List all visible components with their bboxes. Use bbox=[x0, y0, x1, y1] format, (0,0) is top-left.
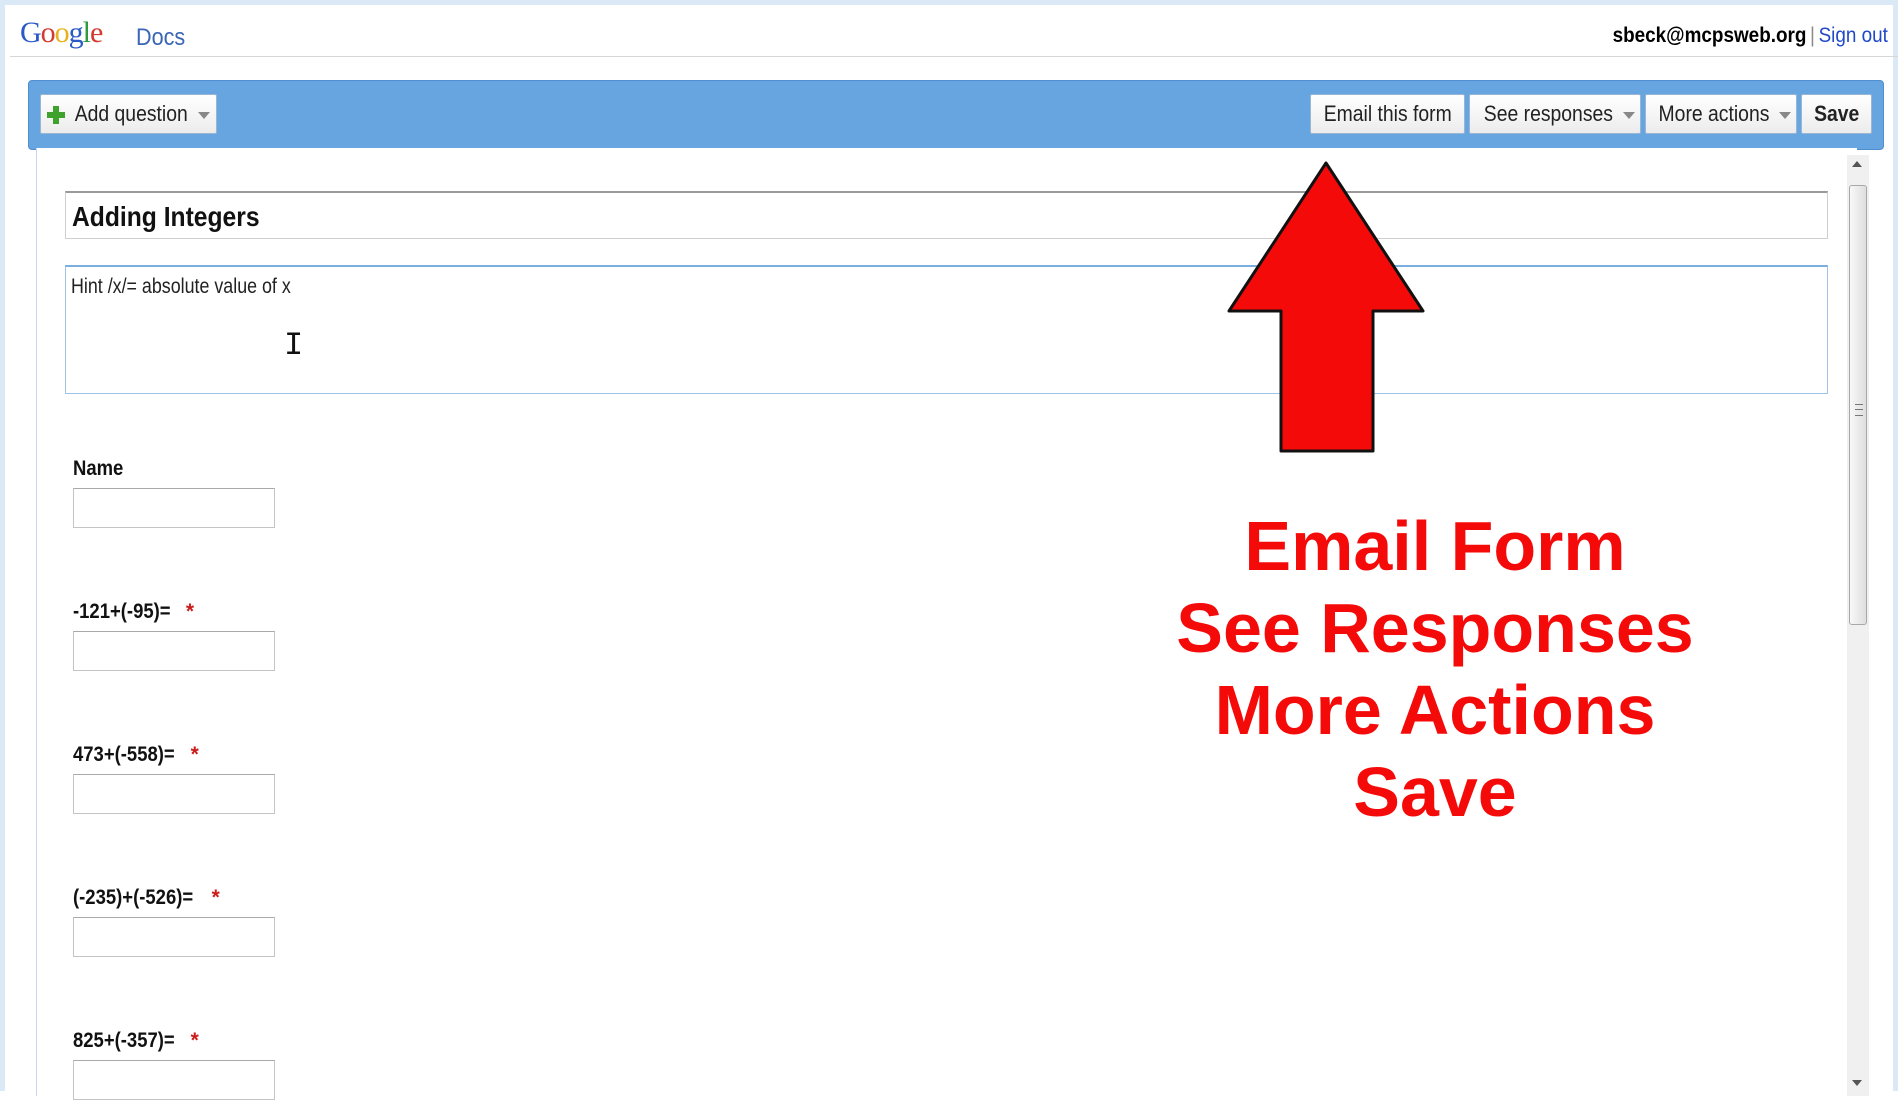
google-logo[interactable]: Google bbox=[20, 16, 103, 50]
answer-input-4[interactable] bbox=[73, 1060, 275, 1100]
question-label-1: -121+(-95)= * bbox=[73, 600, 195, 623]
question-label-4: 825+(-357)= * bbox=[73, 1029, 199, 1052]
required-marker: * bbox=[211, 886, 220, 909]
scroll-up-arrow-icon[interactable] bbox=[1852, 161, 1862, 167]
chevron-down-icon bbox=[1778, 111, 1791, 119]
email-form-button[interactable]: Email this form bbox=[1310, 94, 1465, 134]
vertical-scrollbar[interactable] bbox=[1847, 155, 1869, 1096]
scroll-down-arrow-icon[interactable] bbox=[1852, 1080, 1862, 1086]
question-label-3: (-235)+(-526)= * bbox=[73, 886, 220, 909]
annotation-text: Email Form See Responses More Actions Sa… bbox=[1105, 505, 1765, 833]
answer-input-2[interactable] bbox=[73, 774, 275, 814]
form-toolbar: Add question Email this form See respons… bbox=[28, 80, 1884, 150]
question-label-name: Name bbox=[73, 457, 124, 480]
red-arrow-annotation bbox=[1227, 161, 1425, 453]
name-input[interactable] bbox=[73, 488, 275, 528]
required-marker: * bbox=[185, 600, 195, 623]
add-question-button[interactable]: Add question bbox=[40, 94, 217, 134]
account-email: sbeck@mcpsweb.org bbox=[1612, 24, 1807, 47]
app-window: Google Docs sbeck@mcpsweb.org | Sign out A… bbox=[0, 0, 1898, 1100]
chevron-down-icon bbox=[1623, 111, 1636, 119]
required-marker: * bbox=[190, 743, 199, 766]
text-cursor-icon: I bbox=[284, 327, 304, 364]
form-description-field[interactable]: Hint /x/= absolute value of x bbox=[65, 265, 1828, 394]
chevron-down-icon bbox=[197, 111, 210, 119]
answer-input-1[interactable] bbox=[73, 631, 275, 671]
form-title-field[interactable]: Adding Integers bbox=[65, 191, 1828, 239]
account-separator: | bbox=[1810, 24, 1816, 47]
annotation-line-more-actions: More Actions bbox=[1214, 671, 1656, 749]
grip-icon bbox=[1855, 404, 1863, 416]
top-bar: Google Docs sbeck@mcpsweb.org | Sign out bbox=[10, 10, 1898, 57]
annotation-line-see-responses: See Responses bbox=[1176, 589, 1694, 667]
annotation-line-email-form: Email Form bbox=[1244, 507, 1626, 585]
scrollbar-thumb[interactable] bbox=[1849, 185, 1867, 625]
account-area: sbeck@mcpsweb.org | Sign out bbox=[1613, 24, 1888, 48]
answer-input-3[interactable] bbox=[73, 917, 275, 957]
docs-product-name[interactable]: Docs bbox=[136, 24, 185, 52]
annotation-line-save: Save bbox=[1353, 753, 1517, 831]
plus-icon bbox=[47, 106, 66, 125]
see-responses-button[interactable]: See responses bbox=[1469, 94, 1641, 134]
required-marker: * bbox=[190, 1029, 199, 1052]
more-actions-button[interactable]: More actions bbox=[1645, 94, 1797, 134]
save-button[interactable]: Save bbox=[1801, 94, 1872, 134]
question-label-2: 473+(-558)= * bbox=[73, 743, 199, 766]
sign-out-link[interactable]: Sign out bbox=[1819, 24, 1888, 47]
